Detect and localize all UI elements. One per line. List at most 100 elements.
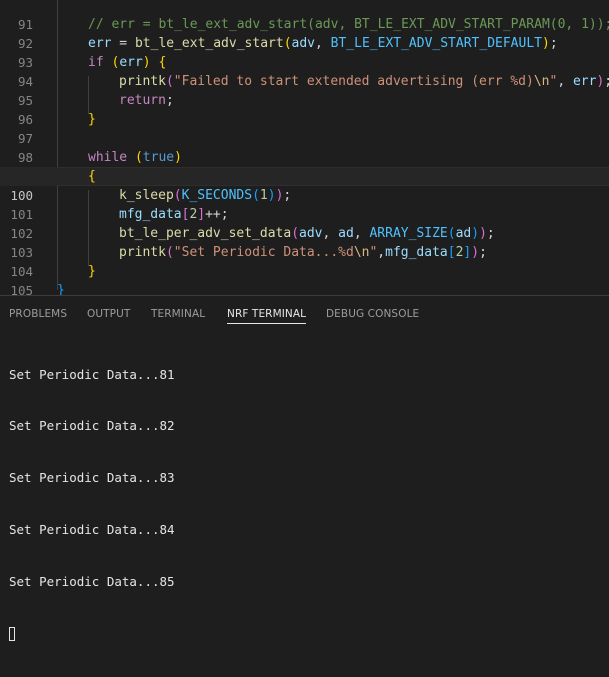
code-token-keyword: while [88,150,128,165]
code-token-variable: ad [338,226,354,241]
bottom-panel: PROBLEMS OUTPUT TERMINAL NRF TERMINAL DE… [0,295,609,642]
code-line[interactable]: 94 if (err) { [0,53,609,89]
code-token-variable: adv [299,226,323,241]
terminal-line: Set Periodic Data...83 [9,470,175,486]
code-token-punct: ; [486,226,495,241]
code-token-paren: ) [174,150,182,165]
code-line[interactable]: 92 // err = bt_le_ext_adv_start(adv, BT_… [0,15,609,51]
code-token-paren: ) [541,36,550,51]
code-token-variable: ad [455,226,472,241]
tab-problems[interactable]: PROBLEMS [9,296,67,330]
tab-debug-console[interactable]: DEBUG CONSOLE [326,296,419,330]
code-token-paren: ( [291,226,300,241]
code-line[interactable]: 91 [0,0,609,32]
code-token-macro: ARRAY_SIZE [369,226,448,241]
code-token-paren: ) [479,226,487,241]
code-token-function: bt_le_ext_adv_start [134,36,284,51]
code-token-punct: , [322,226,339,241]
code-token-punct: , [377,245,386,260]
code-token-bracket: [ [447,245,456,260]
code-editor[interactable]: 91 92 // err = bt_le_ext_adv_start(adv, … [0,0,609,295]
tab-label: OUTPUT [87,308,131,320]
code-token-punct: , [557,74,573,89]
code-line[interactable]: 95 printk("Failed to start extended adve… [0,72,609,108]
code-token-escape: \n [533,74,550,89]
code-token-operator: ++ [205,207,221,222]
terminal-cursor [9,627,15,642]
tab-label: NRF TERMINAL [227,308,307,320]
terminal-output[interactable]: Set Periodic Data...81 Set Periodic Data… [9,331,604,677]
code-line[interactable]: 102 mfg_data[2]++; [0,205,609,241]
code-token-punct: ; [604,74,609,89]
code-token-brace: } [57,283,65,295]
code-token-function: k_sleep [119,188,174,203]
code-token-macro: BT_LE_EXT_ADV_START_DEFAULT [330,36,542,51]
code-token-paren: ) [267,188,276,203]
code-token-variable: err [88,36,112,51]
code-token-string: "Failed to start extended advertising (e… [173,74,534,89]
code-token-paren: ( [283,36,292,51]
code-token-paren: ( [165,245,174,260]
code-token-punct: ; [283,188,292,203]
code-token-paren: ( [165,74,174,89]
code-token-number: 1 [259,188,268,203]
tab-terminal[interactable]: TERMINAL [151,296,205,330]
code-token-punct: , [315,36,331,51]
code-token-constant: true [142,150,175,165]
code-token-operator: = [111,36,135,51]
terminal-line: Set Periodic Data...84 [9,522,175,538]
code-token-variable: mfg_data [119,207,182,222]
code-token-paren: ( [447,226,456,241]
code-token-paren: ( [252,188,260,203]
code-token-variable: err [119,55,143,70]
code-token-punct: ; [165,93,174,108]
code-line[interactable]: 98 [0,129,609,165]
tab-nrf-terminal[interactable]: NRF TERMINAL [227,296,307,330]
code-token-punct: ; [549,36,558,51]
panel-tabs: PROBLEMS OUTPUT TERMINAL NRF TERMINAL DE… [0,296,609,330]
code-line[interactable]: 106 } [0,281,609,295]
code-token-brace: { [150,55,167,70]
code-token-keyword: if [88,55,104,70]
code-token-paren: ) [471,245,480,260]
code-token-variable: adv [291,36,315,51]
code-token-paren: ) [471,226,480,241]
code-line[interactable]: 105 } [0,262,609,295]
code-token-keyword: return [119,93,166,108]
code-token-macro: K_SECONDS [181,188,253,203]
code-token-paren: ) [142,55,151,70]
code-line-active[interactable]: 100 { [0,167,609,203]
code-line[interactable]: 96 return; [0,91,609,127]
code-token-function: printk [119,74,166,89]
code-token-punct: ; [479,245,487,260]
code-token-paren: ( [134,150,143,165]
code-token-brace: } [88,112,96,127]
code-token-string: "Set Periodic Data...%d [173,245,354,260]
terminal-line: Set Periodic Data...81 [9,366,175,382]
code-token-function: bt_le_per_adv_set_data [119,226,292,241]
code-token-variable: err [572,74,597,89]
code-token-brace: } [88,264,96,279]
code-token-brace: { [88,169,96,184]
code-token-punct: , [353,226,370,241]
code-line[interactable]: 101 k_sleep(K_SECONDS(1)); [0,186,609,222]
code-token-punct: ; [220,207,229,222]
tab-label: TERMINAL [151,308,206,320]
code-line[interactable]: 97 } [0,110,609,146]
tab-label: PROBLEMS [9,308,68,320]
code-token-function: printk [119,245,166,260]
code-token-escape: \n [353,245,370,260]
code-line[interactable]: 99 while (true) [0,148,609,184]
code-comment: // err = bt_le_ext_adv_start(adv, BT_LE_… [88,17,609,32]
tab-output[interactable]: OUTPUT [87,296,130,330]
terminal-line: Set Periodic Data...85 [9,574,175,590]
code-token-variable: mfg_data [385,245,448,260]
code-token-paren: ( [173,188,182,203]
code-line[interactable]: 104 printk("Set Periodic Data...%d\n",mf… [0,243,609,279]
code-line[interactable]: 93 err = bt_le_ext_adv_start(adv, BT_LE_… [0,34,609,70]
code-line[interactable]: 103 bt_le_per_adv_set_data(adv, ad, ARRA… [0,224,609,260]
tab-label: DEBUG CONSOLE [326,308,420,320]
code-token-bracket: ] [197,207,206,222]
terminal-line: Set Periodic Data...82 [9,418,175,434]
